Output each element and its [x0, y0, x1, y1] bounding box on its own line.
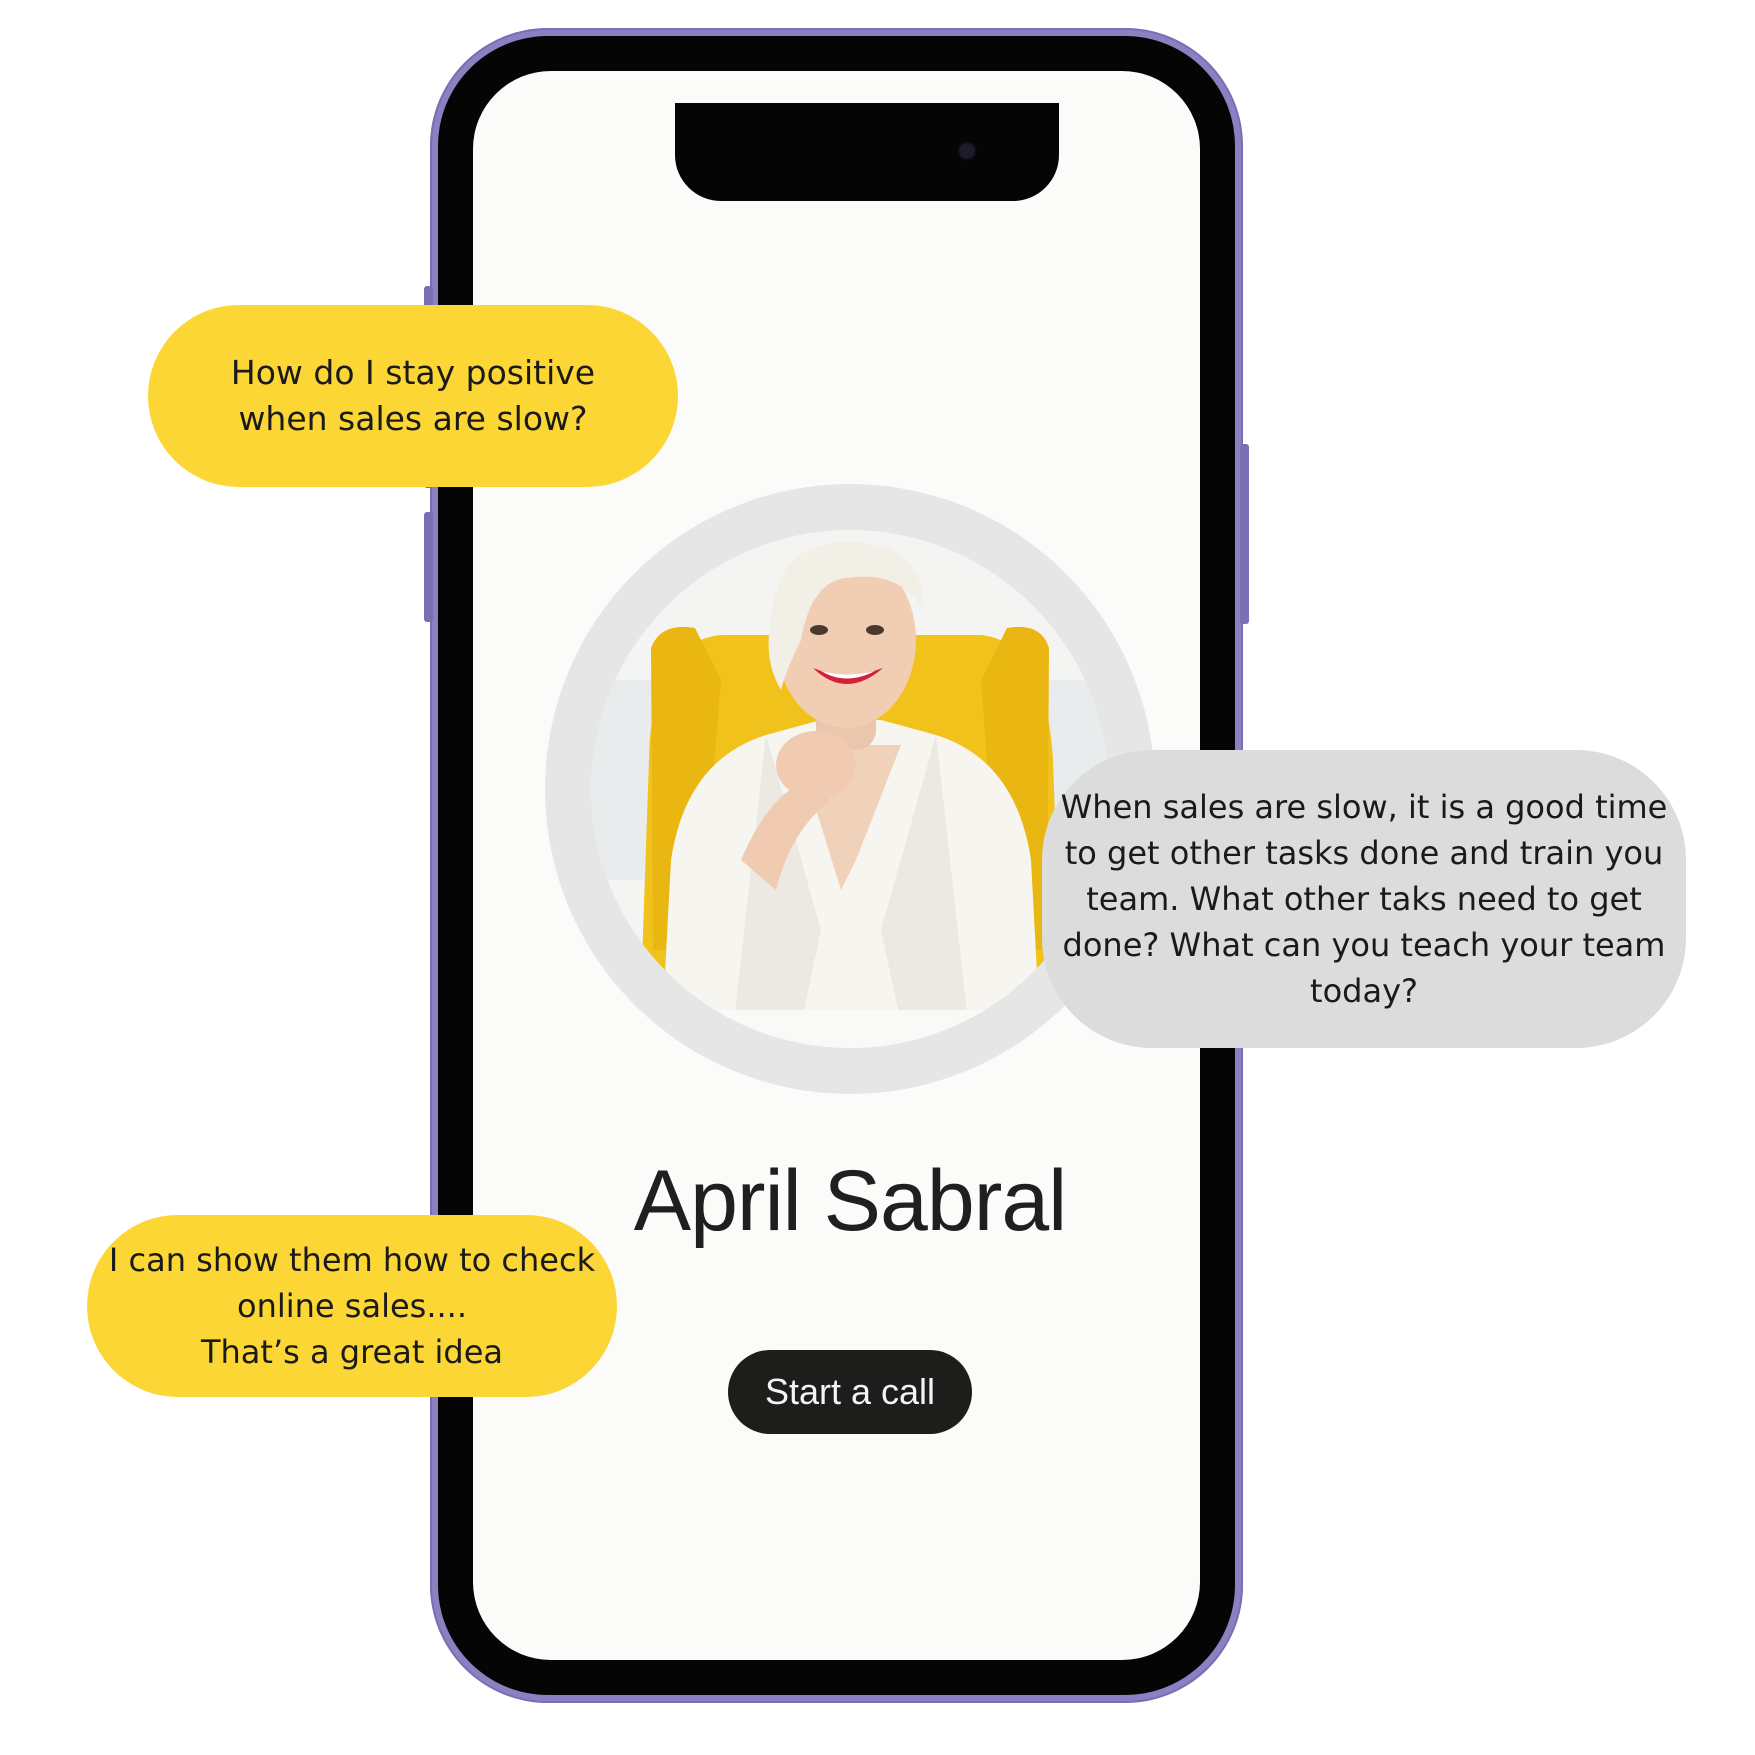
phone-volume-down-button	[424, 512, 433, 622]
chat-bubble-text: How do I stay positive when sales are sl…	[230, 353, 596, 438]
chat-bubble-user-question: How do I stay positive when sales are sl…	[148, 305, 678, 487]
stage: April Sabral Start a call How do I stay …	[0, 0, 1755, 1755]
chat-bubble-coach-answer: When sales are slow, it is a good time t…	[1042, 750, 1686, 1048]
profile-name: April Sabral	[633, 1153, 1068, 1249]
chat-bubble-text: I can show them how to check online sale…	[108, 1241, 596, 1371]
chat-bubble-text: When sales are slow, it is a good time t…	[1060, 788, 1668, 1010]
phone-power-button	[1240, 444, 1249, 624]
avatar-portrait-illustration	[591, 530, 1109, 1048]
start-call-button[interactable]: Start a call	[728, 1350, 972, 1434]
phone-notch	[675, 103, 1059, 201]
camera-icon	[959, 143, 975, 159]
chat-bubble-user-reply: I can show them how to check online sale…	[87, 1215, 617, 1397]
avatar[interactable]	[591, 530, 1109, 1048]
